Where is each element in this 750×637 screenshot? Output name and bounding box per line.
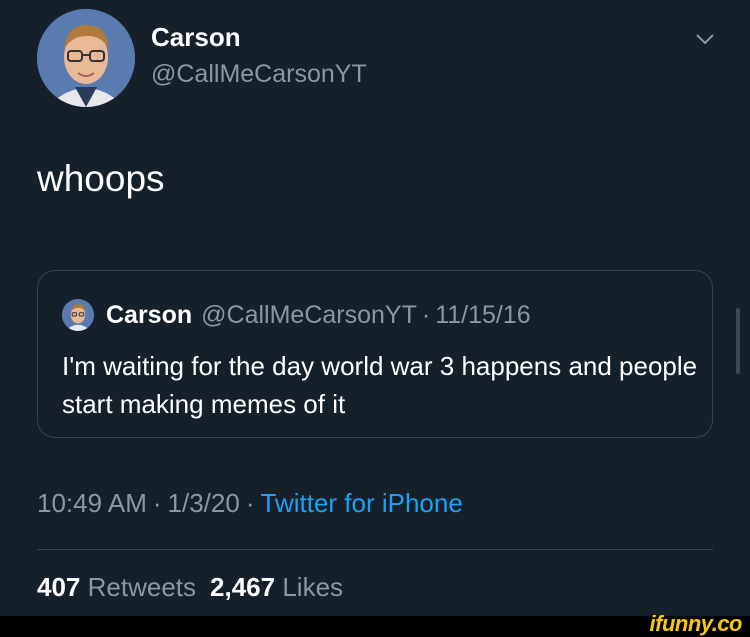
quoted-separator: ·: [421, 300, 431, 329]
divider: [37, 549, 713, 550]
quoted-date: 11/15/16: [435, 300, 531, 329]
meta-separator: ·: [245, 488, 255, 518]
likes-count: 2,467: [210, 572, 276, 602]
tweet-source-link[interactable]: Twitter for iPhone: [261, 488, 463, 518]
tweet-meta: 10:49 AM · 1/3/20 · Twitter for iPhone: [37, 488, 463, 519]
retweets-stat[interactable]: 407 Retweets: [37, 572, 196, 602]
avatar-photo: [37, 9, 135, 107]
quoted-tweet-text: I'm waiting for the day world war 3 happ…: [62, 351, 698, 419]
tweet-time: 10:49 AM: [37, 488, 147, 518]
meta-separator: ·: [152, 488, 162, 518]
likes-label: Likes: [282, 572, 344, 602]
quoted-tweet-header: Carson @CallMeCarsonYT · 11/15/16: [62, 299, 531, 331]
author-avatar[interactable]: [37, 9, 135, 107]
quoted-tweet[interactable]: Carson @CallMeCarsonYT · 11/15/16 I'm wa…: [37, 270, 713, 438]
likes-stat[interactable]: 2,467 Likes: [210, 572, 343, 602]
scrollbar[interactable]: [736, 308, 740, 374]
avatar-photo: [62, 299, 94, 331]
chevron-down-icon[interactable]: [694, 30, 716, 48]
tweet-stats: 407 Retweets 2,467 Likes: [37, 572, 343, 603]
author-name[interactable]: Carson: [151, 22, 241, 53]
quoted-author-handle: @CallMeCarsonYT: [201, 300, 417, 329]
quoted-author-name: Carson: [106, 300, 193, 329]
ifunny-watermark: ifunny.co: [649, 611, 743, 636]
author-handle[interactable]: @CallMeCarsonYT: [151, 60, 367, 89]
tweet-text: whoops: [37, 158, 165, 199]
retweets-count: 407: [37, 572, 81, 602]
quoted-author-avatar: [62, 299, 94, 331]
watermark-bar: [0, 616, 750, 637]
tweet-date: 1/3/20: [167, 488, 240, 518]
retweets-label: Retweets: [87, 572, 197, 602]
